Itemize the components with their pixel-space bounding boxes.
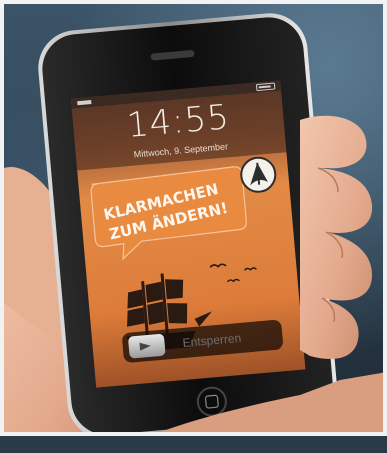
screen-text-layer: 14:55 Mittwoch, 9. September KLARMACHEN … (0, 0, 387, 453)
photo-scene: 14:55 Mittwoch, 9. September KLARMACHEN … (0, 0, 387, 436)
unlock-slider-label: Entsperren (182, 330, 242, 350)
